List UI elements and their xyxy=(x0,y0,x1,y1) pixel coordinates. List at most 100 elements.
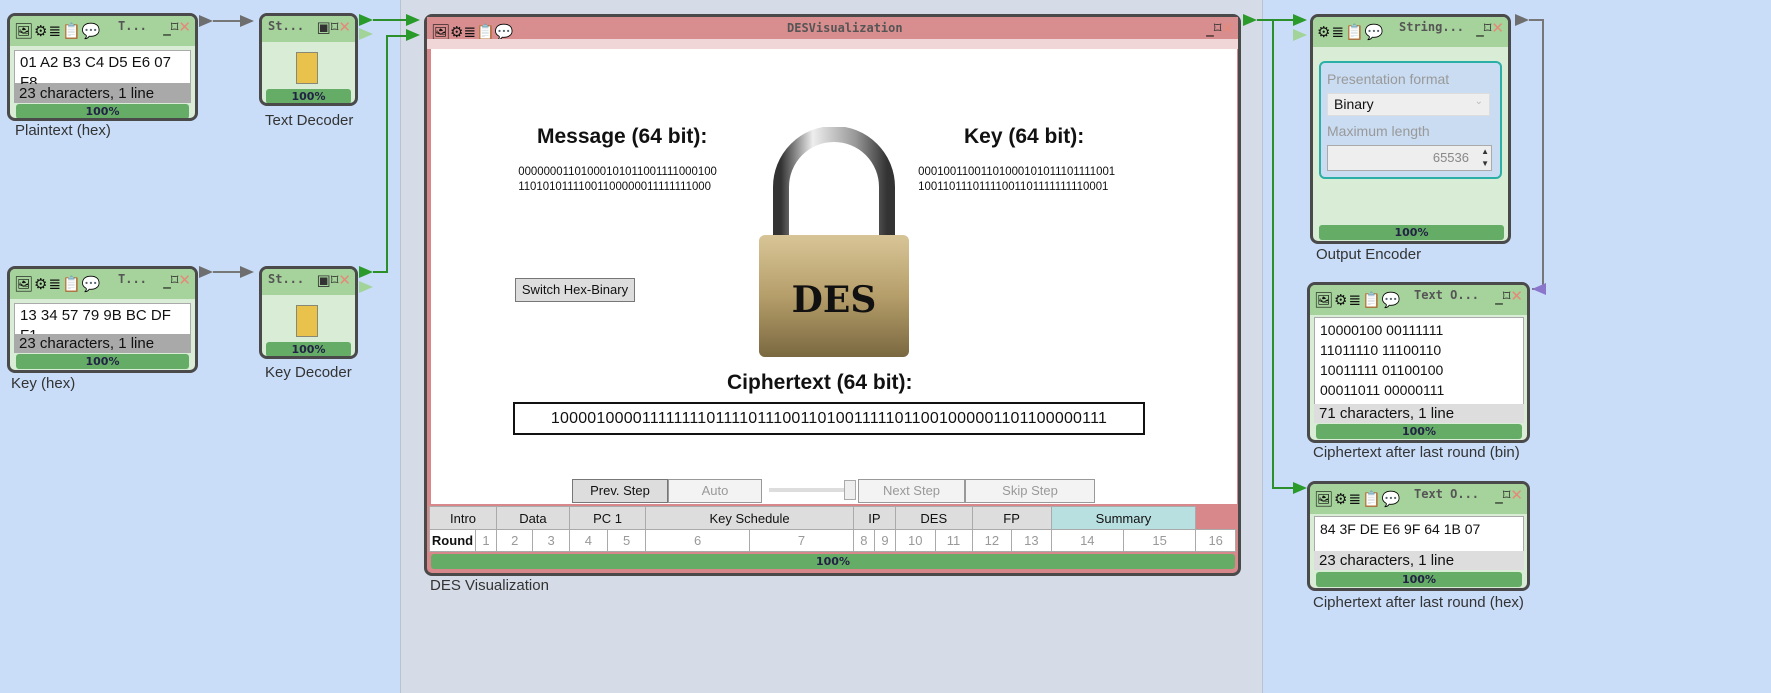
round-5-button[interactable]: 5 xyxy=(607,529,647,552)
output-connector[interactable] xyxy=(359,266,373,278)
round-11-button[interactable]: 11 xyxy=(934,529,973,552)
round-3-button[interactable]: 3 xyxy=(532,529,570,552)
des-input-connector[interactable] xyxy=(406,14,420,26)
round-13-button[interactable]: 13 xyxy=(1011,529,1052,552)
format-select[interactable]: Binary ⌄ xyxy=(1327,93,1490,116)
output-text-field[interactable]: 10000100 00111111 11011110 11100110 1001… xyxy=(1314,317,1524,405)
key-input-node[interactable]: 🖼⚙≣📋💬 T... _⌑✕ 13 34 57 79 9B BC DF F1 2… xyxy=(7,266,198,373)
output-connector[interactable] xyxy=(199,266,213,278)
window-controls[interactable]: _⌑✕ xyxy=(1476,19,1504,37)
window-controls[interactable]: _⌑✕ xyxy=(163,18,191,36)
status-text: 23 characters, 1 line xyxy=(1314,551,1524,570)
node-header[interactable]: ⚙≣📋💬 String... _⌑✕ xyxy=(1313,17,1508,47)
round-7-button[interactable]: 7 xyxy=(749,529,854,552)
output-connector[interactable] xyxy=(359,28,373,40)
tab-fp[interactable]: FP xyxy=(971,506,1052,530)
spinner-arrows-icon[interactable]: ▲ ▼ xyxy=(1481,146,1489,170)
text-output-hex-node[interactable]: 🖼⚙≣📋💬 Text O... _⌑✕ 84 3F DE E6 9F 64 1B… xyxy=(1307,481,1530,591)
node-header[interactable]: 🖼⚙≣📋💬 T... _⌑✕ xyxy=(10,16,195,46)
skip-step-button[interactable]: Skip Step xyxy=(965,479,1095,503)
maxlen-spinner[interactable]: 65536 ▲ ▼ xyxy=(1327,145,1492,171)
node-title: T... xyxy=(118,19,147,33)
input-connector[interactable] xyxy=(1293,14,1307,26)
window-controls[interactable]: _⌑✕ xyxy=(1495,287,1523,305)
node-header[interactable]: St... ▣⌑✕ xyxy=(262,16,355,42)
round-2-button[interactable]: 2 xyxy=(496,529,534,552)
input-connector[interactable] xyxy=(240,266,254,278)
text-output-bin-node[interactable]: 🖼⚙≣📋💬 Text O... _⌑✕ 10000100 00111111 11… xyxy=(1307,282,1530,443)
output-encoder-node[interactable]: ⚙≣📋💬 String... _⌑✕ Presentation format B… xyxy=(1310,14,1511,244)
prev-step-button[interactable]: Prev. Step xyxy=(572,479,668,503)
round-12-button[interactable]: 12 xyxy=(971,529,1013,552)
ciphertext-heading: Ciphertext (64 bit): xyxy=(727,371,913,394)
output-text-field[interactable]: 84 3F DE E6 9F 64 1B 07 xyxy=(1314,516,1524,552)
output-connector[interactable] xyxy=(1515,14,1529,26)
des-visualization-window[interactable]: 🖼⚙≣📋💬 DESVisualization _⌑✕ Message (64 b… xyxy=(424,14,1241,576)
tab-des[interactable]: DES xyxy=(894,506,973,530)
window-controls[interactable]: ▣⌑✕ xyxy=(317,271,351,289)
plaintext-input-node[interactable]: 🖼⚙≣📋💬 T... _⌑✕ 01 A2 B3 C4 D5 E6 07 F8 2… xyxy=(7,13,198,121)
round-15-button[interactable]: 15 xyxy=(1122,529,1197,552)
tab-data[interactable]: Data xyxy=(496,506,570,530)
progress-bar: 100% xyxy=(1319,225,1504,240)
round-6-button[interactable]: 6 xyxy=(645,529,751,552)
tab-pc-1[interactable]: PC 1 xyxy=(568,506,647,530)
node-view-icons[interactable]: 🖼⚙≣📋💬 xyxy=(1314,291,1401,309)
next-step-button[interactable]: Next Step xyxy=(858,479,965,503)
node-view-icons[interactable]: 🖼⚙≣📋💬 xyxy=(14,22,101,40)
connection-line xyxy=(373,19,406,21)
node-view-icons[interactable]: 🖼⚙≣📋💬 xyxy=(14,275,101,293)
input-connector[interactable] xyxy=(1293,482,1307,494)
node-header[interactable]: 🖼⚙≣📋💬 Text O... _⌑✕ xyxy=(1310,285,1527,315)
round-4-button[interactable]: 4 xyxy=(568,529,609,552)
window-controls[interactable]: ▣⌑✕ xyxy=(317,18,351,36)
node-title: Text O... xyxy=(1414,487,1480,501)
des-output-connector[interactable] xyxy=(1243,14,1257,26)
key-heading: Key (64 bit): xyxy=(964,125,1085,148)
round-10-button[interactable]: 10 xyxy=(894,529,936,552)
node-header[interactable]: 🖼⚙≣📋💬 Text O... _⌑✕ xyxy=(1310,484,1527,514)
output-connector[interactable] xyxy=(199,15,213,27)
window-controls[interactable]: _⌑✕ xyxy=(1495,486,1523,504)
key-bits: 00010011001101000101011101111001 1001101… xyxy=(918,164,1115,194)
node-header[interactable]: St... ▣⌑✕ xyxy=(262,269,355,295)
round-16-button[interactable]: 16 xyxy=(1195,529,1236,552)
tab-ip[interactable]: IP xyxy=(852,506,896,530)
round-14-button[interactable]: 14 xyxy=(1050,529,1124,552)
lock-text: DES xyxy=(792,279,877,321)
tab-key-schedule[interactable]: Key Schedule xyxy=(645,506,854,530)
input-connector[interactable] xyxy=(1293,29,1307,41)
text-decoder-node[interactable]: St... ▣⌑✕ 100% xyxy=(259,13,358,106)
node-label: Ciphertext after last round (bin) xyxy=(1313,444,1520,461)
window-controls[interactable]: _⌑✕ xyxy=(163,271,191,289)
speed-slider-track[interactable] xyxy=(769,488,849,492)
node-label: Plaintext (hex) xyxy=(15,122,111,139)
key-field[interactable]: 13 34 57 79 9B BC DF F1 xyxy=(14,303,191,344)
round-9-button[interactable]: 9 xyxy=(873,529,896,552)
plaintext-field[interactable]: 01 A2 B3 C4 D5 E6 07 F8 xyxy=(14,50,191,91)
round-1-button[interactable]: 1 xyxy=(474,529,498,552)
tab-intro[interactable]: Intro xyxy=(428,506,498,530)
connection-line xyxy=(386,35,388,273)
speed-slider-thumb[interactable] xyxy=(844,480,856,500)
key-decoder-node[interactable]: St... ▣⌑✕ 100% xyxy=(259,266,358,359)
window-controls[interactable]: _⌑✕ xyxy=(1206,19,1234,37)
input-connector[interactable] xyxy=(1532,283,1546,295)
round-8-button[interactable]: 8 xyxy=(852,529,875,552)
des-input-connector[interactable] xyxy=(406,29,420,41)
auto-button[interactable]: Auto xyxy=(668,479,762,503)
node-header[interactable]: 🖼⚙≣📋💬 T... _⌑✕ xyxy=(10,269,195,299)
key-bits-line: 10011011101111001101111111110001 xyxy=(918,179,1109,193)
message-bits-line: 11010101111001100000011111111000 xyxy=(518,179,711,193)
node-view-icons[interactable]: ⚙≣📋💬 xyxy=(1317,23,1384,41)
output-connector[interactable] xyxy=(359,281,373,293)
settings-panel: Presentation format Binary ⌄ Maximum leng… xyxy=(1319,61,1502,179)
output-connector[interactable] xyxy=(359,14,373,26)
tab-summary[interactable]: Summary xyxy=(1050,506,1197,530)
node-view-icons[interactable]: 🖼⚙≣📋💬 xyxy=(1314,490,1401,508)
connection-line xyxy=(386,35,406,37)
progress-bar: 100% xyxy=(431,554,1235,569)
input-connector[interactable] xyxy=(240,15,254,27)
progress-bar: 100% xyxy=(1316,424,1522,439)
switch-hex-binary-button[interactable]: Switch Hex-Binary xyxy=(515,278,635,302)
